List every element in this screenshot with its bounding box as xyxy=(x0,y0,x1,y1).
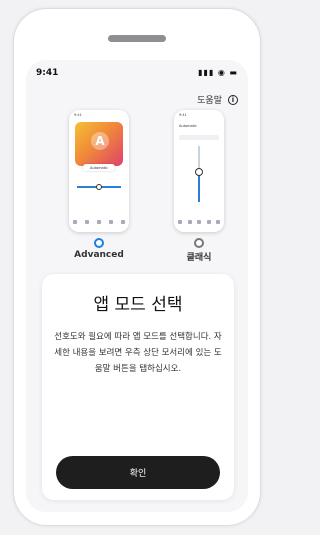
status-bar: 9:41 ▮▮▮ ◉ ▬ xyxy=(26,60,248,82)
app-screen: 9:41 ▮▮▮ ◉ ▬ 도움말 i 9:41 A Automatic 9:41… xyxy=(26,60,248,512)
radio-selected-icon[interactable] xyxy=(94,238,104,248)
card-description: 선호도와 필요에 따라 앱 모드를 선택합니다. 자세한 내용을 보려면 우측 … xyxy=(54,332,222,374)
status-time: 9:41 xyxy=(36,68,59,78)
help-label: 도움말 xyxy=(197,96,222,106)
phone-frame: 9:41 ▮▮▮ ◉ ▬ 도움말 i 9:41 A Automatic 9:41… xyxy=(13,8,261,526)
confirm-button[interactable]: 확인 xyxy=(56,456,220,489)
preview-time: 9:41 xyxy=(74,113,82,117)
classic-mode-preview[interactable]: 9:41 Automatic xyxy=(174,110,224,232)
mode-label-advanced: Advanced xyxy=(74,250,124,260)
preview-slider-knob xyxy=(195,168,203,176)
mode-option-classic[interactable]: 클래식 xyxy=(174,238,224,263)
mode-option-advanced[interactable]: Advanced xyxy=(74,238,124,260)
speaker-notch xyxy=(108,35,166,42)
preview-time: 9:41 xyxy=(179,113,187,117)
mode-selection-card: 앱 모드 선택 선호도와 필요에 따라 앱 모드를 선택합니다. 자세한 내용을… xyxy=(42,274,234,500)
preview-segment-control xyxy=(179,135,219,140)
radio-unselected-icon[interactable] xyxy=(194,238,204,248)
info-icon: i xyxy=(228,94,238,105)
advanced-mode-preview[interactable]: 9:41 A Automatic xyxy=(69,110,129,232)
preview-program-chip: Automatic xyxy=(83,164,115,171)
advanced-artwork: A xyxy=(75,122,123,166)
advanced-letter: A xyxy=(91,132,109,150)
help-button[interactable]: 도움말 i xyxy=(197,93,238,106)
preview-vertical-fill xyxy=(198,172,200,202)
preview-nav-bar xyxy=(73,220,125,228)
status-icons: ▮▮▮ ◉ ▬ xyxy=(198,68,238,77)
preview-program-chip: Automatic xyxy=(179,124,197,128)
mode-label-classic: 클래식 xyxy=(186,253,212,263)
card-title: 앱 모드 선택 xyxy=(93,295,183,315)
preview-nav-bar xyxy=(178,220,220,228)
preview-slider-knob xyxy=(96,184,102,190)
